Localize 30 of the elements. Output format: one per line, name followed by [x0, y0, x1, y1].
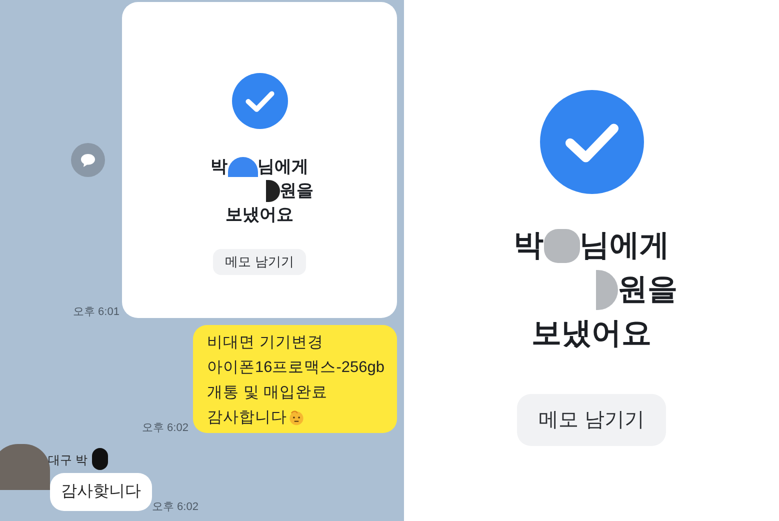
sent-text: 보냈어요 [532, 316, 652, 352]
amount-text: 원을 [280, 180, 314, 202]
redaction-mark [92, 448, 108, 470]
emoji-icon [288, 409, 305, 426]
redaction-mark [596, 270, 618, 310]
speech-bubble-icon [80, 152, 96, 168]
redaction-mark [228, 157, 258, 177]
timestamp: 오후 6:02 [142, 421, 188, 436]
recipient-text: 박 [514, 228, 544, 264]
recipient-text: 님에게 [258, 156, 308, 178]
message-text: 비대면 기기변경 [207, 333, 324, 353]
timestamp: 오후 6:02 [152, 500, 198, 515]
check-icon [540, 90, 644, 194]
redaction-mark [544, 229, 580, 263]
message-bubble: 감사핮니다 [50, 473, 152, 511]
timestamp: 오후 6:01 [73, 305, 120, 320]
sent-text: 보냈어요 [226, 204, 294, 226]
check-icon [232, 73, 288, 129]
sender-name: 대구 박 [48, 452, 88, 469]
redaction-mark [266, 180, 280, 202]
message-text: 개통 및 매입완료 [207, 383, 328, 403]
recipient-text: 님에게 [580, 228, 670, 264]
message-text: 아이폰16프로맥스-256gb [207, 358, 385, 378]
memo-button[interactable]: 메모 남기기 [516, 394, 666, 446]
recipient-text: 박 [210, 156, 228, 178]
message-text: 감사합니다 [207, 408, 287, 428]
share-button[interactable] [71, 143, 105, 177]
avatar [0, 444, 50, 490]
memo-button[interactable]: 메모 남기기 [213, 249, 306, 275]
amount-text: 원을 [618, 272, 678, 308]
